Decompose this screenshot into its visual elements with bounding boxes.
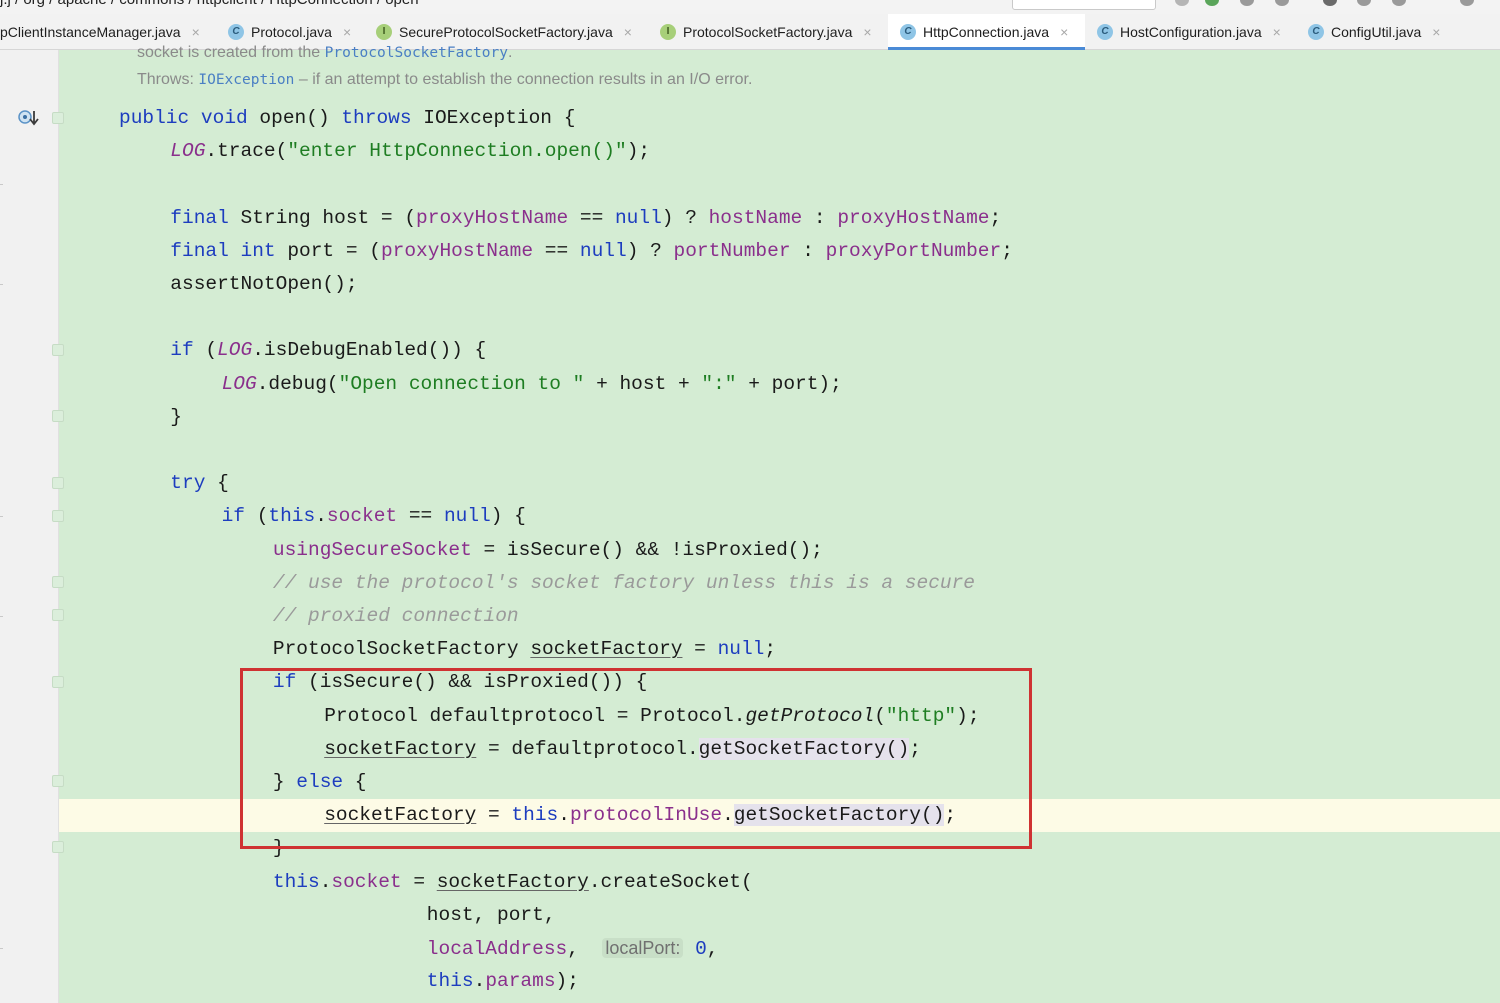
close-icon[interactable]: × — [343, 24, 351, 40]
code-line[interactable]: // proxied connection — [273, 600, 519, 633]
code-line[interactable]: final int port = (proxyHostName == null)… — [170, 235, 1013, 268]
tab-label: ConfigUtil.java — [1331, 23, 1422, 40]
tab-label: pClientInstanceManager.java — [0, 23, 181, 40]
doc-text: . — [507, 44, 513, 61]
gutter-tick — [0, 616, 3, 617]
code-line[interactable]: usingSecureSocket = isSecure() && !isPro… — [273, 534, 823, 567]
doc-code-link[interactable]: ProtocolSocketFactory — [325, 45, 508, 61]
close-icon[interactable]: × — [624, 24, 632, 40]
close-icon[interactable]: × — [863, 24, 871, 40]
doc-text: socket is created from the — [137, 44, 321, 61]
tab-hostconfiguration[interactable]: C HostConfiguration.java × — [1097, 14, 1292, 49]
profile-icon[interactable] — [1275, 0, 1289, 6]
gutter-tick — [0, 184, 3, 185]
javadoc-line: socket is created from the ProtocolSocke… — [137, 44, 512, 62]
parameter-inlay-hint: localPort: — [602, 938, 684, 958]
code-line[interactable]: this.socket = socketFactory.createSocket… — [273, 866, 753, 899]
close-icon[interactable]: × — [1432, 24, 1440, 40]
code-line[interactable]: socketFactory = defaultprotocol.getSocke… — [324, 733, 921, 766]
code-editor[interactable]: socket is created from the ProtocolSocke… — [59, 44, 1500, 1003]
close-icon[interactable]: × — [1060, 24, 1068, 40]
tab-label: HostConfiguration.java — [1120, 23, 1262, 40]
code-line[interactable]: // use the protocol's socket factory unl… — [273, 567, 975, 600]
debug-icon[interactable] — [1205, 0, 1219, 6]
tab-label: Protocol.java — [251, 23, 332, 40]
stop-icon[interactable] — [1323, 0, 1337, 6]
code-line[interactable]: final String host = (proxyHostName == nu… — [170, 202, 1001, 235]
code-line[interactable]: assertNotOpen(); — [170, 268, 357, 301]
tab-label: SecureProtocolSocketFactory.java — [399, 23, 613, 40]
coverage-icon[interactable] — [1240, 0, 1254, 6]
implements-override-icon[interactable] — [17, 108, 39, 128]
editor-gutter[interactable] — [0, 50, 64, 1003]
code-line[interactable]: if (LOG.isDebugEnabled()) { — [170, 334, 486, 367]
run-icon[interactable] — [1175, 0, 1189, 6]
tab-label: HttpConnection.java — [923, 23, 1050, 40]
breadcrumb-bar: j.j / org / apache / commons / httpclien… — [0, 0, 1500, 14]
code-line[interactable]: } — [170, 401, 182, 434]
code-line[interactable]: if (this.socket == null) { — [222, 500, 526, 533]
javadoc-throws-line: Throws: IOException – if an attempt to e… — [137, 71, 752, 89]
interface-icon: I — [376, 23, 392, 40]
code-line[interactable]: try { — [170, 467, 229, 500]
settings-icon[interactable] — [1460, 0, 1474, 6]
code-line[interactable]: this.params); — [427, 965, 579, 998]
class-icon: C — [1308, 23, 1324, 40]
code-line[interactable]: Protocol defaultprotocol = Protocol.getP… — [324, 700, 979, 733]
tab-httpconnection[interactable]: C HttpConnection.java × — [888, 14, 1085, 50]
code-line[interactable]: host, port, — [427, 899, 556, 932]
run-config-selector[interactable] — [1012, 0, 1156, 10]
code-line[interactable]: localAddress, localPort: 0, — [427, 932, 719, 966]
doc-label: Throws: — [137, 71, 194, 88]
gutter-tick — [0, 284, 3, 285]
tab-label: ProtocolSocketFactory.java — [683, 23, 853, 40]
vcs-icon[interactable] — [1392, 0, 1406, 6]
doc-code-link[interactable]: IOException — [198, 72, 294, 88]
code-line[interactable]: } — [273, 832, 285, 865]
gutter-tick — [0, 516, 3, 517]
code-line[interactable]: } else { — [273, 766, 367, 799]
gutter-tick — [0, 948, 3, 949]
code-line[interactable]: socketFactory = this.protocolInUse.getSo… — [324, 799, 956, 832]
class-icon: C — [1097, 23, 1113, 40]
code-line[interactable]: LOG.debug("Open connection to " + host +… — [222, 368, 842, 401]
tab-configutil[interactable]: C ConfigUtil.java × — [1308, 14, 1453, 49]
build-icon[interactable] — [1357, 0, 1371, 6]
class-icon: C — [900, 23, 916, 40]
class-icon: C — [228, 23, 244, 40]
code-line[interactable]: ProtocolSocketFactory socketFactory = nu… — [273, 633, 776, 666]
breadcrumb[interactable]: j.j / org / apache / commons / httpclien… — [0, 0, 419, 8]
close-icon[interactable]: × — [1273, 24, 1281, 40]
interface-icon: I — [660, 23, 676, 40]
code-line[interactable]: LOG.trace("enter HttpConnection.open()")… — [170, 135, 650, 168]
doc-text: – if an attempt to establish the connect… — [298, 71, 753, 88]
code-line[interactable]: if (isSecure() && isProxied()) { — [273, 666, 647, 699]
tab-protocolsocketfactory[interactable]: I ProtocolSocketFactory.java × — [660, 14, 885, 49]
code-line[interactable]: public void open() throws IOException { — [119, 102, 575, 135]
close-icon[interactable]: × — [192, 24, 200, 40]
